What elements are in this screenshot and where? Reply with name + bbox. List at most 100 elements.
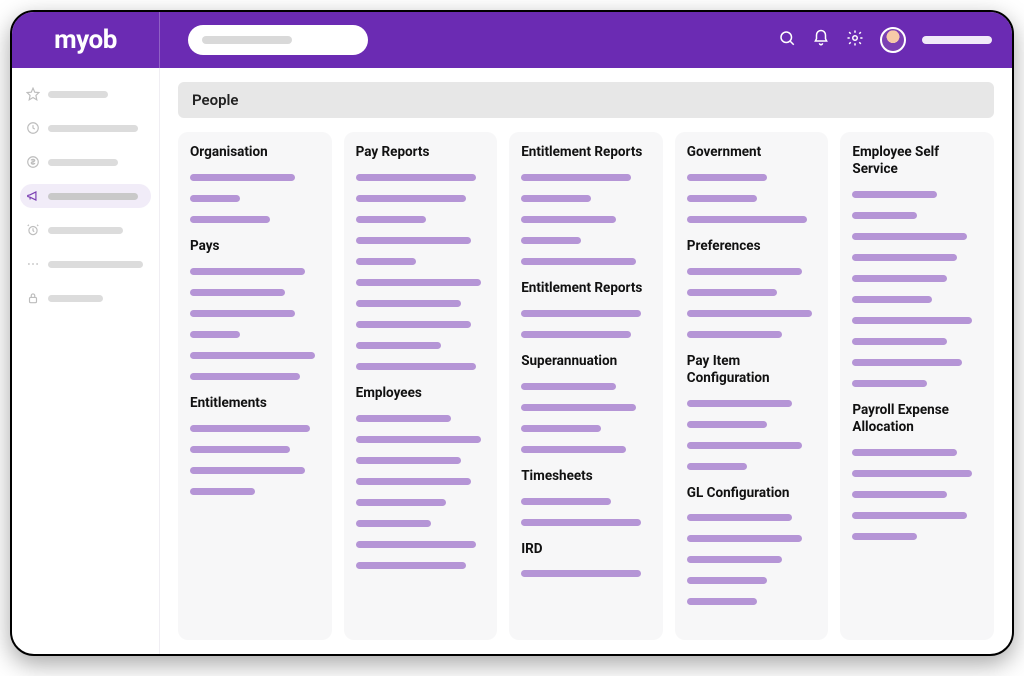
gear-icon[interactable] <box>846 29 864 51</box>
nav-link[interactable] <box>687 400 792 407</box>
nav-link[interactable] <box>356 562 466 569</box>
nav-link[interactable] <box>190 488 255 495</box>
nav-link[interactable] <box>687 535 802 542</box>
sidebar-item-dots[interactable] <box>20 252 151 276</box>
nav-link[interactable] <box>687 289 777 296</box>
category-columns: OrganisationPaysEntitlementsPay ReportsE… <box>178 132 994 640</box>
nav-link[interactable] <box>356 415 451 422</box>
nav-link[interactable] <box>521 498 611 505</box>
nav-link[interactable] <box>687 442 802 449</box>
nav-link[interactable] <box>687 310 812 317</box>
sidebar-item-clock[interactable] <box>20 116 151 140</box>
nav-link[interactable] <box>190 195 240 202</box>
nav-link[interactable] <box>852 338 947 345</box>
search-icon[interactable] <box>778 29 796 51</box>
nav-link[interactable] <box>852 317 972 324</box>
bell-icon[interactable] <box>812 29 830 51</box>
sidebar-item-star[interactable] <box>20 82 151 106</box>
nav-link[interactable] <box>687 577 767 584</box>
nav-link[interactable] <box>852 191 937 198</box>
nav-link[interactable] <box>687 463 747 470</box>
nav-link[interactable] <box>521 258 636 265</box>
nav-link[interactable] <box>687 331 782 338</box>
nav-link[interactable] <box>852 254 957 261</box>
user-name-placeholder <box>922 36 992 44</box>
nav-link[interactable] <box>356 195 466 202</box>
nav-link[interactable] <box>356 520 431 527</box>
nav-link[interactable] <box>521 383 616 390</box>
nav-link[interactable] <box>356 342 441 349</box>
nav-link[interactable] <box>852 380 927 387</box>
section-heading: GL Configuration <box>687 485 817 502</box>
nav-link[interactable] <box>190 331 240 338</box>
nav-link[interactable] <box>190 352 315 359</box>
column-4: Employee Self ServicePayroll Expense All… <box>840 132 994 640</box>
nav-link[interactable] <box>852 491 947 498</box>
nav-link[interactable] <box>190 289 285 296</box>
nav-link[interactable] <box>852 359 962 366</box>
nav-link[interactable] <box>521 519 641 526</box>
nav-link[interactable] <box>356 216 426 223</box>
nav-link[interactable] <box>687 174 767 181</box>
nav-link[interactable] <box>687 514 792 521</box>
nav-link[interactable] <box>356 174 476 181</box>
nav-link[interactable] <box>521 174 631 181</box>
sidebar-item-alarm[interactable] <box>20 218 151 242</box>
nav-link[interactable] <box>190 174 295 181</box>
nav-link[interactable] <box>356 300 461 307</box>
nav-link[interactable] <box>852 233 967 240</box>
nav-link[interactable] <box>356 541 476 548</box>
brand-logo[interactable]: myob <box>54 25 117 55</box>
nav-link[interactable] <box>356 258 416 265</box>
nav-link[interactable] <box>521 570 641 577</box>
nav-link[interactable] <box>521 425 601 432</box>
nav-link[interactable] <box>687 216 807 223</box>
nav-link[interactable] <box>521 446 626 453</box>
nav-link[interactable] <box>356 436 481 443</box>
nav-link[interactable] <box>687 598 757 605</box>
nav-link[interactable] <box>190 268 305 275</box>
nav-link[interactable] <box>521 310 641 317</box>
nav-link[interactable] <box>521 195 591 202</box>
nav-link[interactable] <box>852 533 917 540</box>
nav-link[interactable] <box>190 216 270 223</box>
nav-link[interactable] <box>687 421 767 428</box>
nav-link[interactable] <box>521 404 636 411</box>
nav-link[interactable] <box>356 279 481 286</box>
column-0: OrganisationPaysEntitlements <box>178 132 332 640</box>
nav-link[interactable] <box>852 212 917 219</box>
nav-link[interactable] <box>521 237 581 244</box>
nav-link[interactable] <box>190 373 300 380</box>
nav-link[interactable] <box>852 275 947 282</box>
nav-link[interactable] <box>521 216 616 223</box>
sidebar-item-label <box>48 159 118 166</box>
sidebar-item-lock[interactable] <box>20 286 151 310</box>
nav-link[interactable] <box>687 268 802 275</box>
nav-link[interactable] <box>687 556 782 563</box>
nav-link[interactable] <box>852 470 972 477</box>
section-heading: Pay Item Configuration <box>687 353 817 387</box>
top-bar: myob <box>12 12 1012 68</box>
nav-link[interactable] <box>356 478 471 485</box>
page-title: People <box>178 82 994 118</box>
nav-link[interactable] <box>356 457 461 464</box>
global-search[interactable] <box>188 25 368 55</box>
search-placeholder <box>202 36 292 44</box>
nav-link[interactable] <box>190 310 295 317</box>
nav-link[interactable] <box>852 512 967 519</box>
nav-link[interactable] <box>852 296 932 303</box>
sidebar-item-dollar[interactable] <box>20 150 151 174</box>
nav-link[interactable] <box>852 449 957 456</box>
nav-link[interactable] <box>356 499 446 506</box>
nav-link[interactable] <box>190 425 310 432</box>
nav-link[interactable] <box>687 195 757 202</box>
nav-link[interactable] <box>521 331 631 338</box>
sidebar-item-megaphone[interactable] <box>20 184 151 208</box>
nav-link[interactable] <box>356 237 471 244</box>
nav-link[interactable] <box>356 321 471 328</box>
nav-link[interactable] <box>356 363 476 370</box>
nav-link[interactable] <box>190 467 305 474</box>
section-heading: Entitlements <box>190 395 320 412</box>
nav-link[interactable] <box>190 446 290 453</box>
avatar[interactable] <box>880 27 906 53</box>
